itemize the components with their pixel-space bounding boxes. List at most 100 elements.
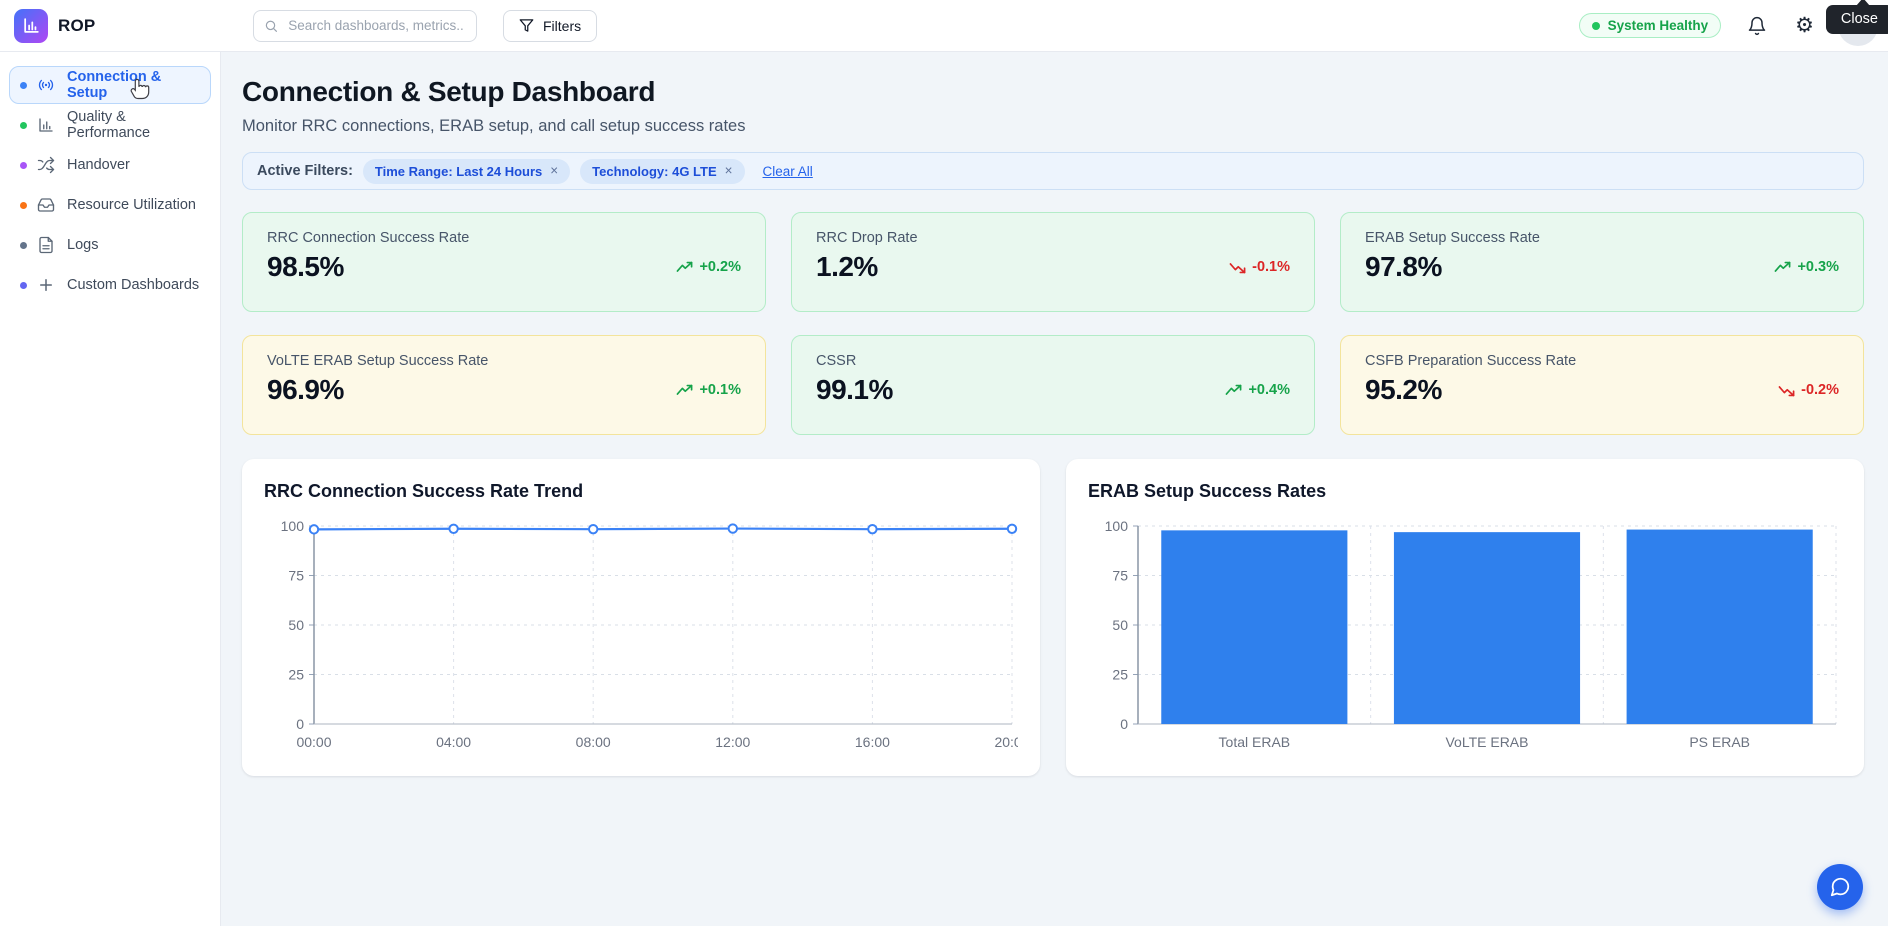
status-dot-icon bbox=[20, 82, 27, 89]
clear-all-link[interactable]: Clear All bbox=[763, 164, 813, 179]
sidebar-item-resource-utilization[interactable]: Resource Utilization bbox=[9, 186, 211, 224]
filter-chip-time-range-last-24-hours[interactable]: Time Range: Last 24 Hours× bbox=[363, 159, 570, 184]
system-status-label: System Healthy bbox=[1608, 18, 1709, 33]
kpi-row: 1.2%-0.1% bbox=[816, 251, 1290, 283]
svg-text:25: 25 bbox=[1112, 667, 1128, 683]
bar-chart-card: ERAB Setup Success Rates 0255075100Total… bbox=[1066, 459, 1864, 776]
sidebar-item-label: Logs bbox=[67, 237, 98, 253]
chat-bubble-icon bbox=[1829, 876, 1851, 898]
kpi-card-csfb-preparation-success-rate: CSFB Preparation Success Rate95.2%-0.2% bbox=[1340, 335, 1864, 435]
kpi-trend: +0.4% bbox=[1225, 382, 1290, 398]
bell-icon bbox=[1747, 16, 1767, 36]
kpi-card-cssr: CSSR 99.1% +0.4% bbox=[791, 335, 1315, 435]
main-content: Connection & Setup Dashboard Monitor RRC… bbox=[221, 52, 1888, 926]
kpi-trend-value: +0.1% bbox=[699, 382, 741, 398]
svg-text:12:00: 12:00 bbox=[715, 734, 750, 750]
remove-filter-icon[interactable]: × bbox=[725, 164, 733, 178]
notifications-button[interactable] bbox=[1745, 14, 1769, 38]
kpi-trend: +0.2% bbox=[676, 259, 741, 275]
kpi-card-rrc-drop-rate: RRC Drop Rate1.2%-0.1% bbox=[791, 212, 1315, 312]
line-chart-svg: 025507510000:0004:0008:0012:0016:0020:00 bbox=[264, 516, 1018, 754]
mouse-cursor-icon bbox=[128, 76, 152, 100]
filters-button-label: Filters bbox=[543, 18, 581, 34]
kpi-label: CSSR bbox=[816, 353, 1290, 369]
filters-button[interactable]: Filters bbox=[503, 10, 597, 42]
app-root: ROP Filters System Healthy ⚙ Clos bbox=[0, 0, 1888, 926]
inbox-icon bbox=[37, 195, 57, 215]
file-icon bbox=[37, 235, 57, 255]
kpi-value: 98.5% bbox=[267, 251, 344, 283]
page-title: Connection & Setup Dashboard bbox=[242, 76, 1864, 108]
status-dot-icon bbox=[1592, 22, 1600, 30]
sidebar-item-label: Handover bbox=[67, 157, 130, 173]
app-logo-area: ROP bbox=[0, 9, 221, 43]
sidebar-item-custom-dashboards[interactable]: Custom Dashboards bbox=[9, 266, 211, 304]
line-chart: 025507510000:0004:0008:0012:0016:0020:00 bbox=[264, 516, 1018, 754]
kpi-value: 95.2% bbox=[1365, 374, 1442, 406]
status-dot-icon bbox=[20, 202, 27, 209]
system-status-badge: System Healthy bbox=[1579, 13, 1722, 38]
active-filters-label: Active Filters: bbox=[257, 163, 353, 179]
sidebar-item-connection-and-setup[interactable]: Connection & Setup bbox=[9, 66, 211, 104]
svg-text:16:00: 16:00 bbox=[855, 734, 890, 750]
svg-text:VoLTE ERAB: VoLTE ERAB bbox=[1445, 734, 1528, 750]
gear-icon: ⚙ bbox=[1795, 15, 1814, 36]
svg-text:00:00: 00:00 bbox=[296, 734, 331, 750]
kpi-trend-value: +0.3% bbox=[1797, 259, 1839, 275]
kpi-card-rrc-connection-success-rate: RRC Connection Success Rate98.5%+0.2% bbox=[242, 212, 766, 312]
chat-fab-button[interactable] bbox=[1817, 864, 1863, 910]
sidebar: Connection & SetupQuality & Performance H… bbox=[0, 52, 221, 926]
active-filters-bar: Active Filters: Time Range: Last 24 Hour… bbox=[242, 152, 1864, 190]
search-input[interactable] bbox=[286, 17, 466, 34]
svg-text:08:00: 08:00 bbox=[576, 734, 611, 750]
app-name: ROP bbox=[58, 16, 95, 36]
svg-text:50: 50 bbox=[1112, 617, 1128, 633]
shuffle-icon bbox=[37, 155, 57, 175]
kpi-row: 98.5% +0.2% bbox=[267, 251, 741, 283]
kpi-row: 99.1% +0.4% bbox=[816, 374, 1290, 406]
kpi-trend-value: -0.2% bbox=[1801, 382, 1839, 398]
sidebar-item-handover[interactable]: Handover bbox=[9, 146, 211, 184]
svg-text:100: 100 bbox=[1105, 518, 1129, 534]
close-tooltip: Close bbox=[1826, 5, 1888, 34]
close-tooltip-label: Close bbox=[1841, 11, 1878, 27]
kpi-row: 97.8% +0.3% bbox=[1365, 251, 1839, 283]
charts-row: RRC Connection Success Rate Trend 0 25 50 7… bbox=[242, 459, 1864, 776]
sidebar-item-logs[interactable]: Logs bbox=[9, 226, 211, 264]
kpi-trend: +0.1% bbox=[676, 382, 741, 398]
svg-text:100: 100 bbox=[281, 518, 305, 534]
trend-up-icon bbox=[1225, 384, 1242, 397]
sidebar-item-label: Custom Dashboards bbox=[67, 277, 199, 293]
filter-chip-technology-4g-lte[interactable]: Technology: 4G LTE × bbox=[580, 159, 744, 184]
svg-text:75: 75 bbox=[288, 568, 304, 584]
logo-chart-icon bbox=[22, 16, 41, 35]
sidebar-nav: Connection & SetupQuality & Performance H… bbox=[0, 66, 220, 304]
filter-chips: Time Range: Last 24 Hours× Technology: 4G… bbox=[363, 159, 745, 184]
settings-button[interactable]: ⚙ bbox=[1793, 13, 1816, 38]
svg-text:0: 0 bbox=[296, 716, 304, 732]
radio-icon bbox=[37, 75, 57, 95]
kpi-trend: +0.3% bbox=[1774, 259, 1839, 275]
status-dot-icon bbox=[20, 162, 27, 169]
svg-text:PS ERAB: PS ERAB bbox=[1689, 734, 1750, 750]
line-chart-title: RRC Connection Success Rate Trend bbox=[264, 481, 1018, 502]
bar-chart: 0255075100Total ERABVoLTE ERABPS ERAB bbox=[1088, 516, 1842, 754]
remove-filter-icon[interactable]: × bbox=[550, 164, 558, 178]
svg-text:Total ERAB: Total ERAB bbox=[1219, 734, 1291, 750]
kpi-trend-value: +0.4% bbox=[1248, 382, 1290, 398]
trend-up-icon bbox=[1774, 261, 1791, 274]
app-logo[interactable] bbox=[14, 9, 48, 43]
kpi-value: 97.8% bbox=[1365, 251, 1442, 283]
top-bar: ROP Filters System Healthy ⚙ Clos bbox=[0, 0, 1888, 52]
kpi-label: VoLTE ERAB Setup Success Rate bbox=[267, 353, 741, 369]
funnel-icon bbox=[519, 18, 534, 33]
sidebar-item-quality-and-performance[interactable]: Quality & Performance bbox=[9, 106, 211, 144]
tooltip-arrow-icon bbox=[1856, 0, 1870, 6]
trend-down-icon bbox=[1229, 261, 1246, 274]
bar-chart-title: ERAB Setup Success Rates bbox=[1088, 481, 1842, 502]
kpi-value: 99.1% bbox=[816, 374, 893, 406]
svg-text:0: 0 bbox=[1120, 716, 1128, 732]
filter-chip-label: Technology: 4G LTE bbox=[592, 164, 716, 179]
kpi-grid: RRC Connection Success Rate98.5%+0.2%RRC… bbox=[242, 212, 1864, 435]
kpi-card-erab-setup-success-rate: ERAB Setup Success Rate97.8%+0.3% bbox=[1340, 212, 1864, 312]
